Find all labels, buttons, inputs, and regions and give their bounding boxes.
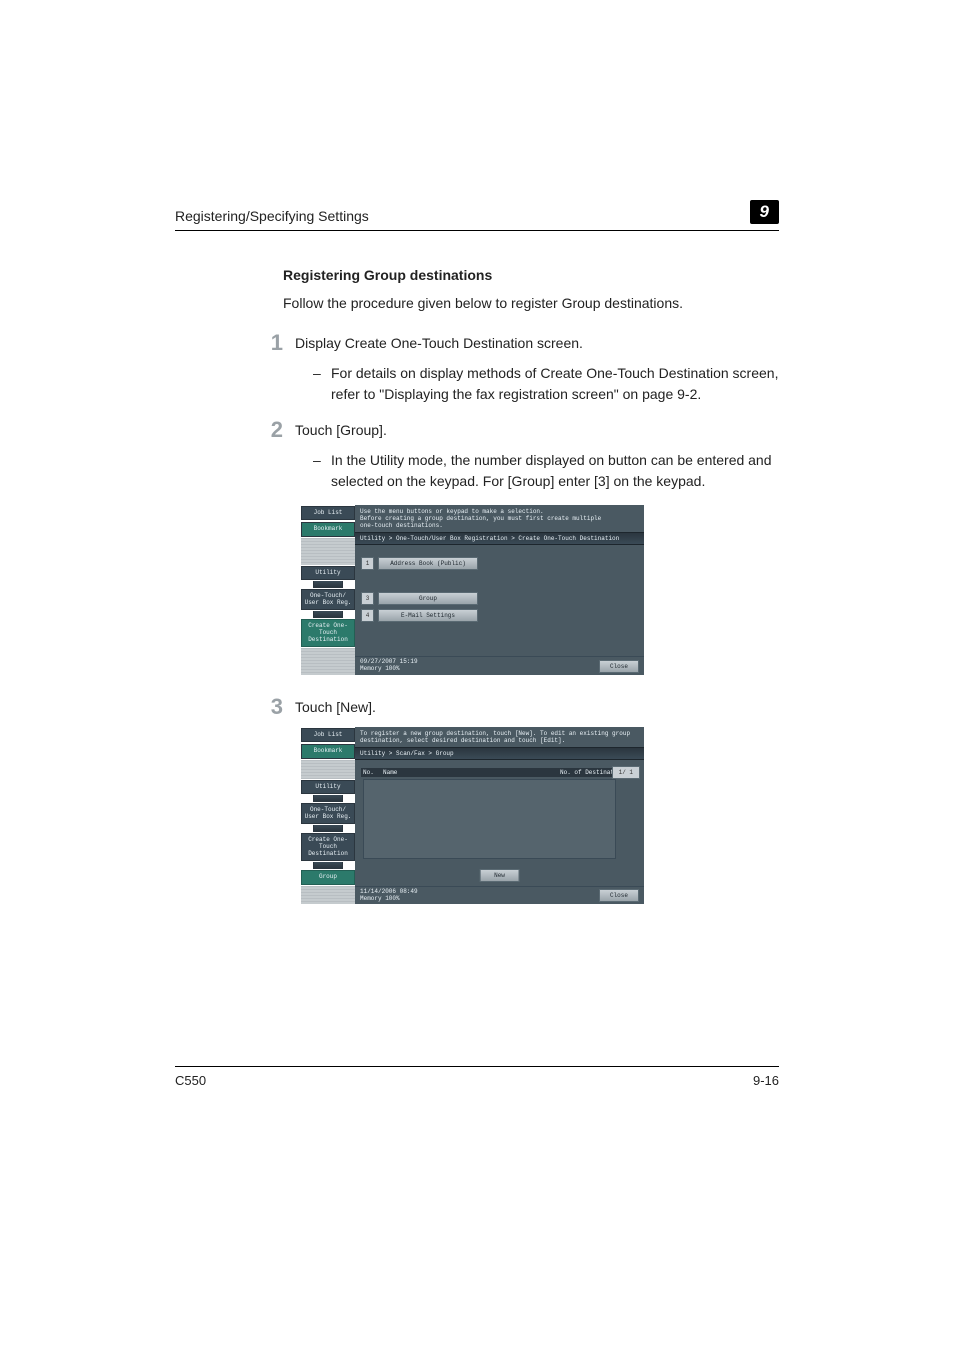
pager: 1/ 1 bbox=[612, 766, 640, 779]
table-body-empty bbox=[363, 779, 616, 859]
step2-bullet: In the Utility mode, the number displaye… bbox=[331, 450, 779, 491]
new-button[interactable]: New bbox=[479, 869, 520, 882]
step1-bullet: For details on display methods of Create… bbox=[331, 363, 779, 404]
sidebar-utility[interactable]: Utility bbox=[301, 780, 355, 795]
address-book-button[interactable]: Address Book (Public) bbox=[378, 557, 478, 570]
header-rule bbox=[175, 230, 779, 231]
panel2-footer-text: 11/14/2006 08:49 Memory 100% bbox=[360, 889, 599, 902]
chapter-number: 9 bbox=[750, 200, 779, 224]
sidebar-job-list[interactable]: Job List bbox=[301, 728, 355, 743]
footer-rule bbox=[175, 1066, 779, 1067]
step-text-2: Touch [Group]. bbox=[295, 418, 779, 442]
bullet-dash: – bbox=[313, 363, 331, 404]
panel2-message: To register a new group destination, tou… bbox=[355, 727, 644, 747]
sidebar-onetouch[interactable]: One-Touch/ User Box Reg. bbox=[301, 803, 355, 824]
sidebar-create-onetouch[interactable]: Create One-Touch Destination bbox=[301, 619, 355, 647]
sidebar-utility[interactable]: Utility bbox=[301, 566, 355, 581]
section-title: Registering/Specifying Settings bbox=[175, 208, 369, 224]
printer-panel-2: Job List Bookmark Utility One-Touch/ Use… bbox=[301, 727, 644, 905]
printer-panel-1: Job List Bookmark Utility One-Touch/ Use… bbox=[301, 505, 644, 675]
chevron-down-icon bbox=[313, 795, 343, 802]
chevron-down-icon bbox=[313, 825, 343, 832]
close-button[interactable]: Close bbox=[599, 889, 639, 902]
sidebar-group[interactable]: Group bbox=[301, 870, 355, 885]
sidebar-create-onetouch[interactable]: Create One-Touch Destination bbox=[301, 833, 355, 861]
bullet-dash: – bbox=[313, 450, 331, 491]
model-label: C550 bbox=[175, 1073, 206, 1088]
step-number-1: 1 bbox=[243, 331, 295, 355]
chevron-down-icon bbox=[313, 611, 343, 618]
group-button[interactable]: Group bbox=[378, 592, 478, 605]
sidebar-bookmark[interactable]: Bookmark bbox=[301, 744, 355, 759]
page-number: 9-16 bbox=[753, 1073, 779, 1088]
col-no: No. bbox=[363, 769, 383, 776]
option-number-1: 1 bbox=[361, 557, 374, 570]
sidebar-bookmark[interactable]: Bookmark bbox=[301, 522, 355, 537]
option-number-4: 4 bbox=[361, 609, 374, 622]
step-number-2: 2 bbox=[243, 418, 295, 442]
panel2-breadcrumb: Utility > Scan/Fax > Group bbox=[355, 747, 644, 760]
step-text-1: Display Create One-Touch Destination scr… bbox=[295, 331, 779, 355]
table-header: No. Name No. of Destinations bbox=[361, 768, 638, 777]
chevron-down-icon bbox=[313, 862, 343, 869]
intro-paragraph: Follow the procedure given below to regi… bbox=[283, 293, 779, 313]
step-text-3: Touch [New]. bbox=[295, 695, 779, 719]
subsection-heading: Registering Group destinations bbox=[283, 267, 779, 283]
sidebar-job-list[interactable]: Job List bbox=[301, 506, 355, 521]
email-settings-button[interactable]: E-Mail Settings bbox=[378, 609, 478, 622]
panel1-message: Use the menu buttons or keypad to make a… bbox=[355, 505, 644, 533]
panel1-breadcrumb: Utility > One-Touch/User Box Registratio… bbox=[355, 532, 644, 545]
option-number-3: 3 bbox=[361, 592, 374, 605]
col-name: Name bbox=[383, 769, 560, 776]
step-number-3: 3 bbox=[243, 695, 295, 719]
panel1-footer-text: 09/27/2007 15:19 Memory 100% bbox=[360, 659, 599, 672]
chevron-down-icon bbox=[313, 581, 343, 588]
close-button[interactable]: Close bbox=[599, 660, 639, 673]
sidebar-onetouch[interactable]: One-Touch/ User Box Reg. bbox=[301, 589, 355, 610]
